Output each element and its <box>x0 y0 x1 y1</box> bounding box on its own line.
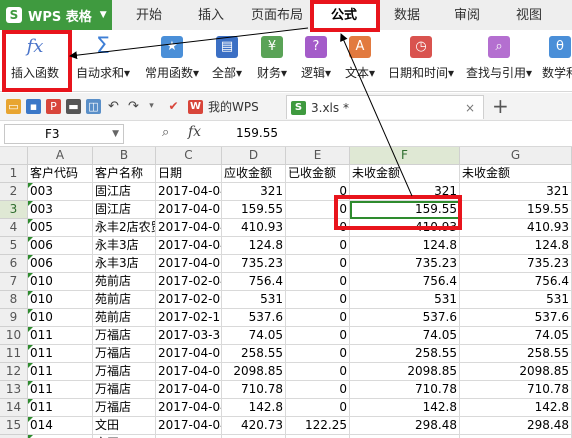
arrow-to-insert-function <box>69 27 309 60</box>
annotation-arrows <box>69 27 413 197</box>
arrow-to-formula-tab <box>340 33 413 197</box>
